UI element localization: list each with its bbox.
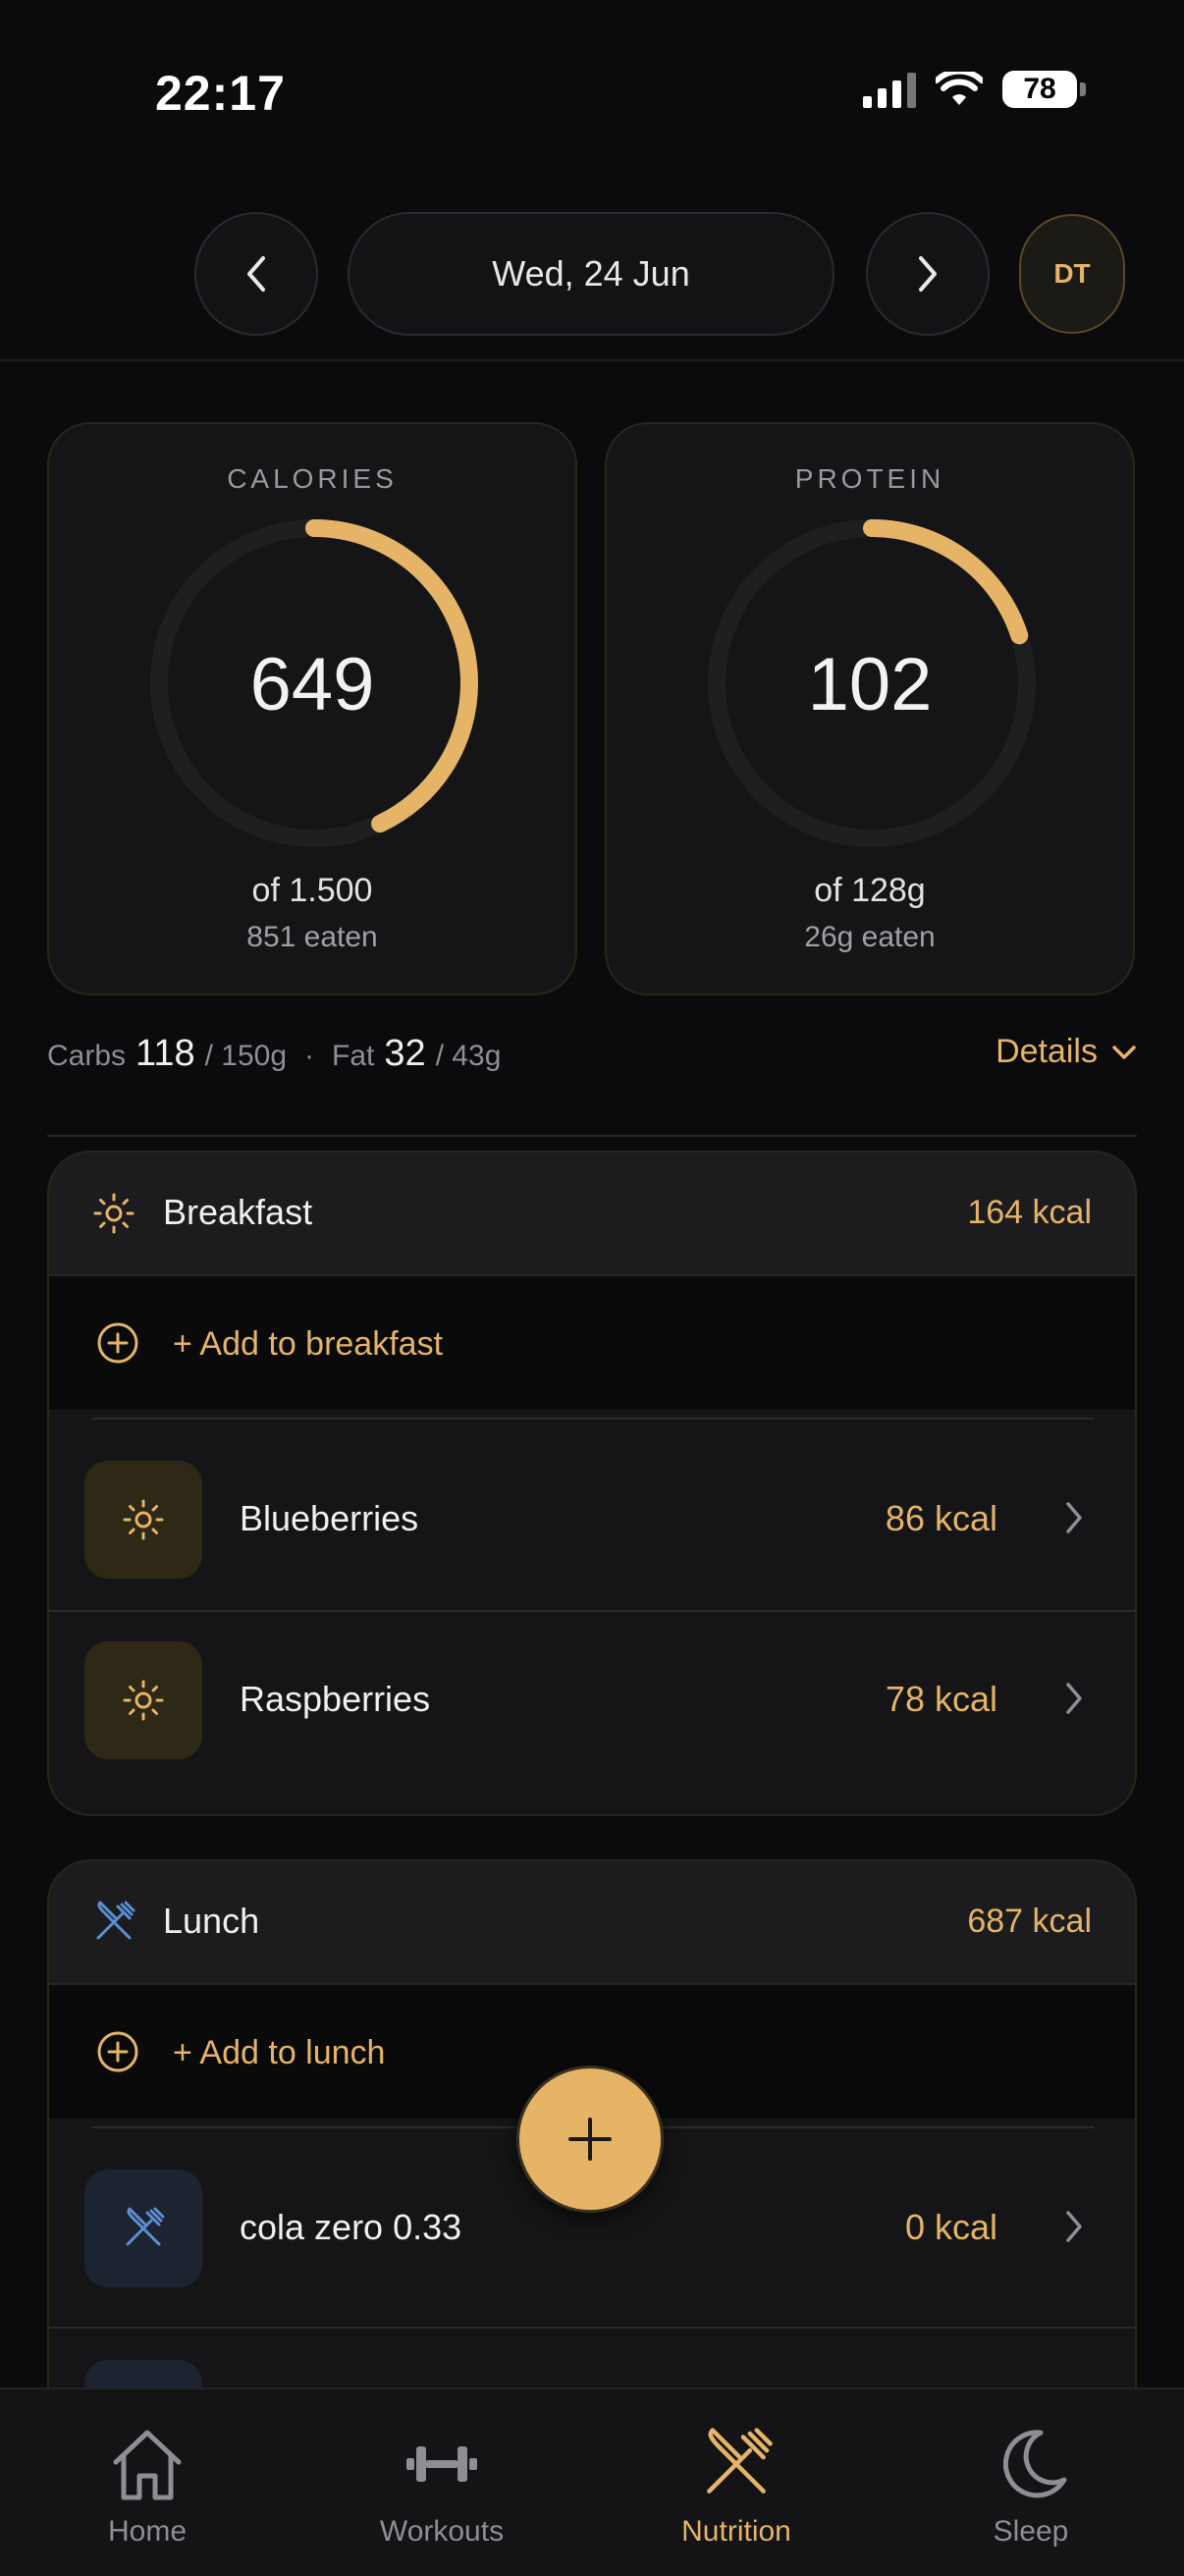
food-tile: [84, 1461, 202, 1579]
status-time: 22:17: [155, 66, 286, 121]
header-divider: [0, 359, 1184, 361]
calories-eaten: 851 eaten: [246, 921, 378, 953]
sun-icon: [123, 1680, 164, 1721]
food-kcal: 78 kcal: [885, 1679, 997, 1719]
avatar[interactable]: DT: [1019, 214, 1125, 334]
date-label: Wed, 24 Jun: [492, 253, 690, 294]
breakfast-header[interactable]: Breakfast 164 kcal: [49, 1153, 1135, 1276]
food-kcal: 86 kcal: [885, 1498, 997, 1538]
protein-goal: of 128g: [814, 872, 926, 909]
add-food-fab[interactable]: [516, 2066, 664, 2213]
sun-icon: [93, 1193, 135, 1234]
previous-day-button[interactable]: [194, 212, 318, 336]
food-tile: [84, 1641, 202, 1759]
battery-level: 78: [1002, 71, 1077, 108]
macros-summary: Carbs 118 / 150g · Fat 32 / 43g: [47, 1033, 501, 1075]
carbs-label: Carbs: [47, 1040, 127, 1072]
plus-circle-icon: [97, 1322, 138, 1364]
add-to-breakfast-label: + Add to breakfast: [173, 1325, 444, 1363]
tab-label: Home: [107, 2515, 188, 2548]
food-kcal: 0 kcal: [904, 2207, 997, 2247]
dumbbell-icon: [406, 2446, 477, 2482]
chevron-right-icon: [1066, 2211, 1082, 2242]
tab-nutrition[interactable]: Nutrition: [589, 2389, 884, 2576]
food-name: cola zero 0.33: [240, 2207, 462, 2247]
protein-eaten: 26g eaten: [804, 921, 936, 953]
tab-home[interactable]: Home: [0, 2389, 295, 2576]
carbs-goal: / 150g: [204, 1040, 288, 1072]
plus-icon: [568, 2118, 612, 2161]
protein-value: 102: [807, 643, 933, 726]
chevron-left-icon: [247, 256, 265, 292]
section-divider: [47, 1135, 1137, 1137]
fork-knife-icon: [707, 2428, 773, 2494]
battery-icon: 78: [1002, 71, 1086, 108]
chevron-right-icon: [919, 256, 937, 292]
tab-label: Sleep: [993, 2515, 1069, 2548]
food-name: Blueberries: [240, 1498, 419, 1538]
plus-circle-icon: [97, 2031, 138, 2072]
breakfast-card: Breakfast 164 kcal + Add to breakfast Bl…: [47, 1151, 1137, 1816]
details-toggle[interactable]: Details: [996, 1033, 1137, 1071]
home-icon: [113, 2430, 182, 2500]
carbs-value: 118: [135, 1033, 195, 1074]
macros-separator: ·: [304, 1040, 315, 1072]
tab-label: Nutrition: [681, 2515, 791, 2548]
tab-label: Workouts: [379, 2515, 505, 2548]
date-selector[interactable]: Wed, 24 Jun: [348, 212, 834, 336]
breakfast-kcal: 164 kcal: [967, 1194, 1092, 1231]
calories-card[interactable]: CALORIES 649 of 1.500 851 eaten: [47, 422, 577, 995]
food-item-raspberries[interactable]: Raspberries 78 kcal: [49, 1610, 1135, 1789]
tab-sleep[interactable]: Sleep: [884, 2389, 1178, 2576]
status-icons: 78: [863, 71, 1086, 108]
protein-label: PROTEIN: [794, 463, 945, 494]
food-tile: [84, 2170, 202, 2287]
calories-value: 649: [249, 643, 375, 726]
divider: [92, 1418, 1094, 1420]
tab-workouts[interactable]: Workouts: [295, 2389, 589, 2576]
fat-goal: / 43g: [435, 1040, 502, 1072]
lunch-kcal: 687 kcal: [967, 1903, 1092, 1940]
fork-knife-icon: [126, 2207, 165, 2246]
sun-icon: [123, 1499, 164, 1540]
moon-icon: [1002, 2430, 1067, 2498]
chevron-right-icon: [1066, 1502, 1082, 1533]
signal-icon: [863, 71, 916, 108]
protein-card[interactable]: PROTEIN 102 of 128g 26g eaten: [605, 422, 1135, 995]
add-to-lunch-label: + Add to lunch: [173, 2034, 386, 2071]
lunch-header[interactable]: Lunch 687 kcal: [49, 1861, 1135, 1985]
food-name: Raspberries: [240, 1679, 431, 1719]
details-label: Details: [996, 1033, 1098, 1070]
fat-value: 32: [384, 1033, 426, 1074]
fork-knife-icon: [96, 1901, 135, 1940]
tab-bar: Home Workouts Nutrition Sleep: [0, 2388, 1184, 2576]
wifi-icon: [936, 72, 983, 105]
add-to-breakfast-button[interactable]: + Add to breakfast: [49, 1276, 1135, 1410]
chevron-down-icon: [1112, 1045, 1136, 1059]
breakfast-title: Breakfast: [163, 1192, 313, 1232]
lunch-title: Lunch: [163, 1901, 260, 1941]
next-day-button[interactable]: [866, 212, 990, 336]
fat-label: Fat: [332, 1040, 375, 1072]
calories-goal: of 1.500: [251, 872, 373, 909]
food-item-blueberries[interactable]: Blueberries 86 kcal: [49, 1429, 1135, 1608]
chevron-right-icon: [1066, 1683, 1082, 1714]
calories-label: CALORIES: [227, 463, 398, 494]
